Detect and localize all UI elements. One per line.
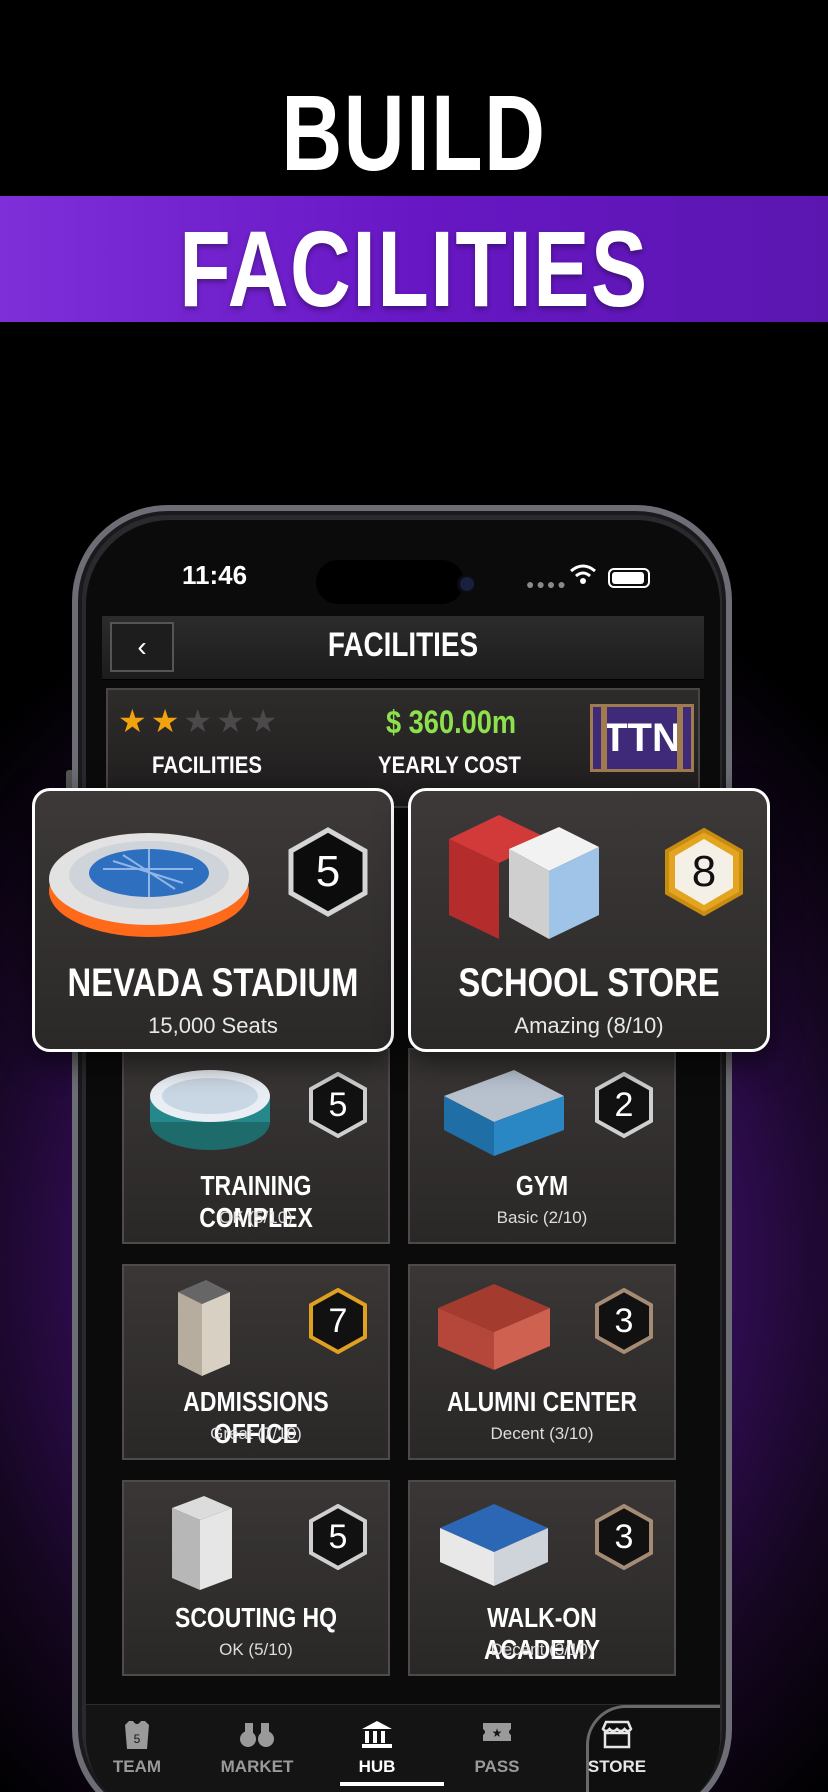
level-badge: 8 (665, 827, 743, 917)
nav-label: TEAM (112, 1757, 162, 1776)
page-title: FACILITIES (327, 626, 479, 664)
chevron-left-icon: ‹ (137, 631, 147, 662)
training-complex-icon (150, 1070, 270, 1150)
facility-card-scouting-hq[interactable]: 5 SCOUTING HQ OK (5/10) (122, 1480, 390, 1676)
svg-text:★: ★ (492, 1726, 503, 1740)
facility-card-training-complex[interactable]: 5 TRAINING COMPLEX OK (5/10) (122, 1048, 390, 1244)
signal-icon: ●●●● (526, 576, 568, 592)
facility-name: NEVADA STADIUM (67, 961, 359, 1005)
facility-detail: 15,000 Seats (148, 1013, 278, 1038)
facility-detail: Basic (2/10) (496, 1208, 588, 1227)
alumni-center-icon (438, 1284, 550, 1370)
admissions-office-icon (178, 1280, 230, 1376)
nav-item-hub[interactable]: HUB (322, 1719, 432, 1777)
yearly-cost-label: YEARLY COST (378, 752, 521, 779)
star-icon: ★ (118, 703, 147, 739)
stadium-icon (49, 833, 249, 937)
facility-detail: Amazing (8/10) (514, 1013, 664, 1038)
level-badge: 7 (309, 1288, 367, 1354)
facility-detail: Decent (3/10) (490, 1424, 594, 1443)
jersey-icon: 5 (86, 1719, 192, 1757)
ticket-icon: ★ (442, 1719, 552, 1757)
facility-detail: OK (5/10) (219, 1640, 293, 1659)
facility-card-gym[interactable]: 2 GYM Basic (2/10) (408, 1048, 676, 1244)
svg-text:3: 3 (615, 1302, 634, 1340)
nav-item-store[interactable]: STORE (562, 1719, 672, 1777)
nav-label: MARKET (220, 1757, 294, 1776)
svg-text:5: 5 (329, 1086, 348, 1124)
yearly-cost-value: $ 360.00m (386, 704, 517, 740)
svg-text:5: 5 (329, 1518, 348, 1556)
nav-label: PASS (474, 1757, 520, 1776)
facility-name: GYM (515, 1170, 569, 1201)
level-badge: 3 (595, 1288, 653, 1354)
nav-label: HUB (358, 1757, 396, 1776)
svg-text:5: 5 (316, 847, 340, 896)
school-store-icon (449, 815, 599, 939)
nav-item-pass[interactable]: ★ PASS (442, 1719, 552, 1777)
nav-item-market[interactable]: MARKET (202, 1719, 312, 1777)
nav-label: STORE (587, 1757, 647, 1776)
promo-headline-line2: FACILITIES (179, 208, 649, 329)
bottom-nav: 5 TEAM MARKET HUB ★ PASS STORE (86, 1704, 720, 1792)
promo-headline-line1: BUILD (281, 72, 547, 193)
level-badge: 5 (309, 1504, 367, 1570)
wifi-icon (569, 562, 597, 593)
battery-icon (608, 568, 650, 588)
nav-item-team[interactable]: 5 TEAM (86, 1719, 192, 1777)
facility-detail: OK (5/10) (219, 1208, 293, 1227)
facility-rating-stars: ★ ★ ★ ★ ★ (118, 702, 277, 740)
facility-detail: Great (7/10) (210, 1424, 302, 1443)
level-badge: 5 (288, 827, 368, 917)
building-icon (322, 1719, 432, 1757)
app-header: ‹ FACILITIES (102, 616, 704, 680)
star-icon: ★ (150, 703, 180, 739)
svg-text:5: 5 (134, 1732, 141, 1746)
walk-on-academy-icon (440, 1504, 548, 1586)
facility-name: SCOUTING HQ (174, 1602, 338, 1633)
svg-text:2: 2 (615, 1086, 634, 1124)
team-badge-label: TTN (603, 715, 681, 760)
facility-card-walk-on-academy[interactable]: 3 WALK-ON ACADEMY Decent (3/10) (408, 1480, 676, 1676)
facility-detail: Decent (3/10) (490, 1640, 594, 1659)
svg-text:8: 8 (692, 847, 716, 896)
team-badge[interactable]: TTN (590, 704, 694, 772)
store-icon (562, 1719, 672, 1757)
level-badge: 5 (309, 1072, 367, 1138)
svg-text:7: 7 (329, 1302, 348, 1340)
binoculars-icon (202, 1719, 312, 1757)
star-icon: ★ (216, 703, 245, 739)
phone-screen: 11:46 ●●●● ‹ FACILITIES ★ ★ ★ ★ ★ FACILI… (86, 520, 720, 1792)
dynamic-island (316, 560, 464, 604)
level-badge: 3 (595, 1504, 653, 1570)
level-badge: 2 (595, 1072, 653, 1138)
facility-name: ALUMNI CENTER (446, 1386, 638, 1417)
featured-card-nevada-stadium[interactable]: 5 NEVADA STADIUM 15,000 Seats (32, 788, 394, 1052)
facility-name: SCHOOL STORE (458, 961, 720, 1005)
camera-icon (460, 577, 474, 591)
active-tab-indicator (340, 1782, 444, 1786)
facility-card-admissions-office[interactable]: 7 ADMISSIONS OFFICE Great (7/10) (122, 1264, 390, 1460)
status-time: 11:46 (182, 560, 248, 590)
star-icon: ★ (183, 703, 213, 739)
star-icon: ★ (248, 703, 278, 739)
featured-card-school-store[interactable]: 8 SCHOOL STORE Amazing (8/10) (408, 788, 770, 1052)
facilities-label: FACILITIES (152, 752, 262, 779)
svg-text:3: 3 (615, 1518, 634, 1556)
gym-icon (444, 1070, 564, 1156)
facility-card-alumni-center[interactable]: 3 ALUMNI CENTER Decent (3/10) (408, 1264, 676, 1460)
scouting-hq-icon (172, 1496, 232, 1590)
